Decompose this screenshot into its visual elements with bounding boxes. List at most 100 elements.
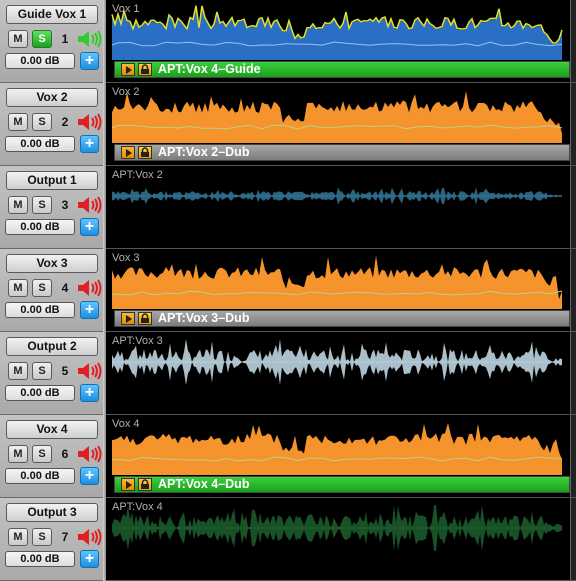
track-name-button[interactable]: Output 2: [6, 337, 98, 356]
track-lane[interactable]: APT:Vox 2: [106, 166, 576, 249]
speaker-icon[interactable]: [76, 360, 102, 382]
lock-icon[interactable]: [138, 478, 152, 491]
track-number: 5: [61, 364, 69, 378]
track-row: Output 1 M S 3 0.00 dB + APT:Vox 2: [0, 166, 576, 249]
lane-label: APT:Vox 3: [112, 335, 163, 347]
mute-button[interactable]: M: [8, 30, 28, 48]
alignment-bar-label: APT:Vox 4–Dub: [158, 477, 250, 491]
lane-scroll-edge[interactable]: [570, 0, 576, 82]
track-header: Vox 4 M S 6 0.00 dB +: [0, 415, 103, 498]
track-name-button[interactable]: Vox 3: [6, 254, 98, 273]
lane-label: Vox 4: [112, 418, 140, 430]
lane-label: APT:Vox 4: [112, 501, 163, 513]
track-number: 4: [61, 281, 69, 295]
track-number: 6: [61, 447, 69, 461]
mute-button[interactable]: M: [8, 113, 28, 131]
track-lane[interactable]: Vox 3 APT:Vox 3–Dub: [106, 249, 576, 332]
waveform: [112, 339, 562, 385]
alignment-bar[interactable]: APT:Vox 2–Dub: [114, 144, 570, 161]
solo-button[interactable]: S: [32, 362, 52, 380]
play-icon[interactable]: [121, 63, 135, 76]
add-plugin-button[interactable]: +: [80, 218, 99, 236]
add-plugin-button[interactable]: +: [80, 52, 99, 70]
lane-scroll-edge[interactable]: [570, 415, 576, 497]
lane-scroll-edge[interactable]: [570, 498, 576, 580]
lock-icon[interactable]: [138, 146, 152, 159]
play-icon[interactable]: [121, 478, 135, 491]
track-number: 1: [61, 32, 69, 46]
add-plugin-button[interactable]: +: [80, 135, 99, 153]
track-lane[interactable]: APT:Vox 3: [106, 332, 576, 415]
track-name-button[interactable]: Output 3: [6, 503, 98, 522]
mute-button[interactable]: M: [8, 362, 28, 380]
alignment-bar-label: APT:Vox 4–Guide: [158, 62, 261, 76]
speaker-icon[interactable]: [76, 194, 102, 216]
add-plugin-button[interactable]: +: [80, 550, 99, 568]
track-header: Vox 3 M S 4 0.00 dB +: [0, 249, 103, 332]
mute-button[interactable]: M: [8, 528, 28, 546]
play-icon[interactable]: [121, 146, 135, 159]
lock-icon[interactable]: [138, 312, 152, 325]
solo-button[interactable]: S: [32, 30, 52, 48]
track-name-button[interactable]: Guide Vox 1: [6, 5, 98, 24]
speaker-icon[interactable]: [76, 443, 102, 465]
lane-scroll-edge[interactable]: [570, 166, 576, 248]
speaker-icon[interactable]: [76, 526, 102, 548]
volume-field[interactable]: 0.00 dB: [5, 53, 75, 69]
add-plugin-button[interactable]: +: [80, 467, 99, 485]
track-number: 7: [61, 530, 69, 544]
speaker-icon[interactable]: [76, 28, 102, 50]
track-number: 3: [61, 198, 69, 212]
track-header: Vox 2 M S 2 0.00 dB +: [0, 83, 103, 166]
track-lane[interactable]: Vox 1 APT:Vox 4–Guide: [106, 0, 576, 83]
mute-button[interactable]: M: [8, 279, 28, 297]
multitrack-editor: Guide Vox 1 M S 1 0.00 dB + Vox 1 APT:Vox 4–Gui…: [0, 0, 576, 581]
lock-icon[interactable]: [138, 63, 152, 76]
solo-button[interactable]: S: [32, 445, 52, 463]
play-icon[interactable]: [121, 312, 135, 325]
alignment-bar[interactable]: APT:Vox 4–Dub: [114, 476, 570, 493]
add-plugin-button[interactable]: +: [80, 301, 99, 319]
track-row: Vox 4 M S 6 0.00 dB + Vox 4 APT:Vox 4–Dub: [0, 415, 576, 498]
lane-label: Vox 2: [112, 86, 140, 98]
mute-button[interactable]: M: [8, 196, 28, 214]
track-row: Vox 2 M S 2 0.00 dB + Vox 2 APT:Vox 2–Dub: [0, 83, 576, 166]
volume-field[interactable]: 0.00 dB: [5, 302, 75, 318]
lane-scroll-edge[interactable]: [570, 249, 576, 331]
track-lane[interactable]: APT:Vox 4: [106, 498, 576, 581]
track-lane[interactable]: Vox 4 APT:Vox 4–Dub: [106, 415, 576, 498]
volume-field[interactable]: 0.00 dB: [5, 551, 75, 567]
mute-button[interactable]: M: [8, 445, 28, 463]
solo-button[interactable]: S: [32, 528, 52, 546]
track-name-button[interactable]: Vox 2: [6, 88, 98, 107]
alignment-bar[interactable]: APT:Vox 3–Dub: [114, 310, 570, 327]
track-row: Vox 3 M S 4 0.00 dB + Vox 3 APT:Vox 3–Dub: [0, 249, 576, 332]
track-name-button[interactable]: Output 1: [6, 171, 98, 190]
solo-button[interactable]: S: [32, 113, 52, 131]
volume-field[interactable]: 0.00 dB: [5, 468, 75, 484]
add-plugin-button[interactable]: +: [80, 384, 99, 402]
lane-label: Vox 1: [112, 3, 140, 15]
track-header: Guide Vox 1 M S 1 0.00 dB +: [0, 0, 103, 83]
solo-button[interactable]: S: [32, 279, 52, 297]
lane-label: APT:Vox 2: [112, 169, 163, 181]
volume-field[interactable]: 0.00 dB: [5, 219, 75, 235]
track-row: Guide Vox 1 M S 1 0.00 dB + Vox 1 APT:Vox 4–Gui…: [0, 0, 576, 83]
track-header: Output 2 M S 5 0.00 dB +: [0, 332, 103, 415]
volume-field[interactable]: 0.00 dB: [5, 385, 75, 401]
lane-scroll-edge[interactable]: [570, 332, 576, 414]
track-row: Output 3 M S 7 0.00 dB + APT:Vox 4: [0, 498, 576, 581]
track-header: Output 1 M S 3 0.00 dB +: [0, 166, 103, 249]
track-number: 2: [61, 115, 69, 129]
track-header: Output 3 M S 7 0.00 dB +: [0, 498, 103, 581]
solo-button[interactable]: S: [32, 196, 52, 214]
speaker-icon[interactable]: [76, 111, 102, 133]
lane-scroll-edge[interactable]: [570, 83, 576, 165]
waveform: [112, 504, 562, 552]
track-lane[interactable]: Vox 2 APT:Vox 2–Dub: [106, 83, 576, 166]
speaker-icon[interactable]: [76, 277, 102, 299]
alignment-bar-label: APT:Vox 3–Dub: [158, 311, 250, 325]
volume-field[interactable]: 0.00 dB: [5, 136, 75, 152]
track-name-button[interactable]: Vox 4: [6, 420, 98, 439]
alignment-bar[interactable]: APT:Vox 4–Guide: [114, 61, 570, 78]
